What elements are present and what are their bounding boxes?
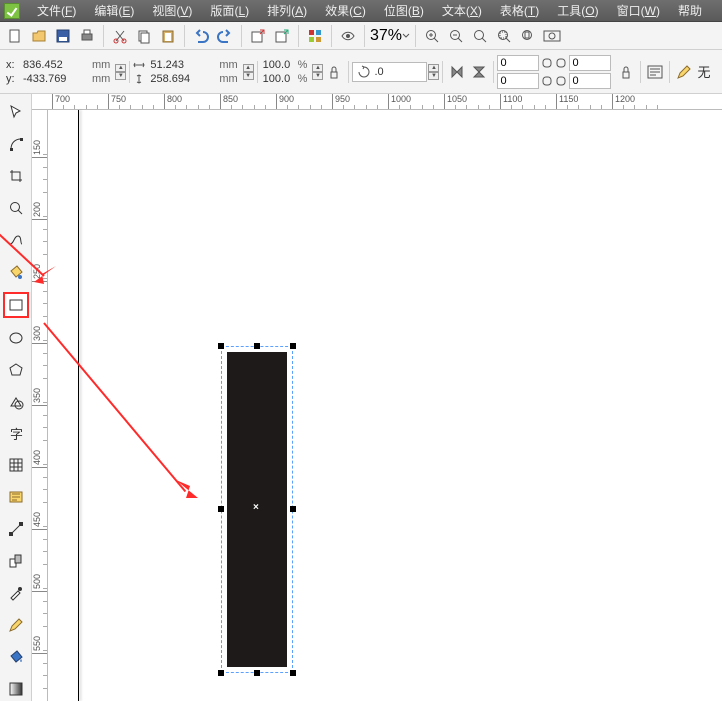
menu-table[interactable]: 表格(T)	[491, 0, 548, 22]
text-tool[interactable]: 字	[4, 422, 28, 446]
zoom-page-button[interactable]	[517, 25, 539, 47]
menu-help[interactable]: 帮助	[669, 0, 711, 22]
pick-tool[interactable]	[4, 100, 28, 124]
round-corner-lock[interactable]	[615, 61, 637, 83]
eyedropper-tool[interactable]	[4, 581, 28, 605]
wrap-text-button[interactable]	[644, 61, 666, 83]
zoom-out-button[interactable]	[445, 25, 467, 47]
interactive-fill-tool[interactable]	[4, 677, 28, 701]
menu-effects[interactable]: 效果(C)	[316, 0, 375, 22]
handle-nw[interactable]	[218, 343, 224, 349]
zoom-in-button[interactable]	[421, 25, 443, 47]
pos-x-label: x:	[6, 59, 18, 71]
handle-sw[interactable]	[218, 670, 224, 676]
menu-layout[interactable]: 版面(L)	[201, 0, 258, 22]
scale-y-value[interactable]: 100.0	[261, 73, 295, 85]
toolbox: 字	[0, 94, 32, 701]
print-button[interactable]	[76, 25, 98, 47]
pos-x-value[interactable]: 836.452	[21, 59, 89, 71]
menu-bar: 文件(F) 编辑(E) 视图(V) 版面(L) 排列(A) 效果(C) 位图(B…	[0, 0, 722, 22]
width-icon	[133, 60, 145, 70]
shape-tool[interactable]	[4, 132, 28, 156]
rotate-spin[interactable]: ▲▼	[428, 64, 439, 80]
interactive-tool[interactable]	[4, 549, 28, 573]
corner-y2-input[interactable]	[569, 73, 611, 89]
redo-button[interactable]	[214, 25, 236, 47]
menu-window[interactable]: 窗口(W)	[608, 0, 669, 22]
ellipse-tool[interactable]	[4, 326, 28, 350]
pos-y-label: y:	[6, 73, 18, 85]
outline-tool[interactable]	[4, 613, 28, 637]
annotation-arrow-2	[43, 322, 186, 492]
property-bar: x:836.452mm y:-433.769mm ▲▼ 51.243mm 258…	[0, 50, 722, 94]
menu-file[interactable]: 文件(F)	[28, 0, 85, 22]
mirror-h-button[interactable]	[446, 61, 468, 83]
scale-spin[interactable]: ▲▼	[312, 64, 323, 80]
fill-tool[interactable]	[4, 645, 28, 669]
menu-text[interactable]: 文本(X)	[433, 0, 491, 22]
width-value[interactable]: 51.243	[148, 59, 216, 71]
undo-button[interactable]	[190, 25, 212, 47]
vertical-ruler[interactable]: 150200250300350400450500550	[32, 110, 48, 701]
annotation-arrowhead-1-icon	[30, 262, 56, 288]
drawing-canvas[interactable]: ×	[48, 110, 722, 701]
basic-shapes-tool[interactable]	[4, 390, 28, 414]
crop-tool[interactable]	[4, 164, 28, 188]
handle-s[interactable]	[254, 670, 260, 676]
zoom-tool[interactable]	[4, 196, 28, 220]
app-launcher-button[interactable]	[304, 25, 326, 47]
annotation-arrowhead-2-icon	[176, 480, 202, 506]
paste-button[interactable]	[157, 25, 179, 47]
corner-y-input[interactable]	[497, 73, 539, 89]
zoom-width-button[interactable]	[541, 25, 563, 47]
new-button[interactable]	[4, 25, 26, 47]
horizontal-ruler[interactable]: 70075080085090095010001050110011501200	[32, 94, 722, 110]
export-button[interactable]	[271, 25, 293, 47]
smart-fill-tool[interactable]	[4, 260, 28, 284]
fill-label: 无	[697, 62, 710, 81]
connector-tool[interactable]	[4, 517, 28, 541]
page-edge	[78, 110, 79, 701]
handle-se[interactable]	[290, 670, 296, 676]
dimension-tool[interactable]	[4, 485, 28, 509]
pos-y-value[interactable]: -433.769	[21, 73, 89, 85]
polygon-tool[interactable]	[4, 358, 28, 382]
standard-toolbar: 37%	[0, 22, 722, 50]
menu-bitmap[interactable]: 位图(B)	[375, 0, 433, 22]
size-spin[interactable]: ▲▼	[243, 64, 254, 80]
mirror-v-button[interactable]	[468, 61, 490, 83]
height-icon	[133, 74, 145, 84]
zoom-selection-button[interactable]	[469, 25, 491, 47]
cut-button[interactable]	[109, 25, 131, 47]
handle-n[interactable]	[254, 343, 260, 349]
selection-center-icon: ×	[253, 502, 259, 513]
handle-e[interactable]	[290, 506, 296, 512]
table-tool[interactable]	[4, 453, 28, 477]
rotate-field[interactable]: .0	[352, 62, 427, 82]
zoom-level-combo[interactable]: 37%	[370, 27, 410, 45]
menu-arrange[interactable]: 排列(A)	[258, 0, 316, 22]
save-button[interactable]	[52, 25, 74, 47]
rotate-icon	[357, 65, 371, 79]
handle-w[interactable]	[218, 506, 224, 512]
rectangle-tool[interactable]	[3, 292, 29, 318]
menu-edit[interactable]: 编辑(E)	[85, 0, 143, 22]
corner-x-input[interactable]	[497, 55, 539, 71]
scale-x-value[interactable]: 100.0	[261, 59, 295, 71]
handle-ne[interactable]	[290, 343, 296, 349]
welcome-button[interactable]	[337, 25, 359, 47]
import-button[interactable]	[247, 25, 269, 47]
menu-tools[interactable]: 工具(O)	[548, 0, 607, 22]
pos-spin[interactable]: ▲▼	[115, 64, 126, 80]
copy-button[interactable]	[133, 25, 155, 47]
corner-x2-input[interactable]	[569, 55, 611, 71]
lock-ratio-button[interactable]	[323, 61, 345, 83]
app-logo-icon	[4, 3, 20, 19]
open-button[interactable]	[28, 25, 50, 47]
svg-text:字: 字	[10, 427, 23, 442]
outline-pen-button[interactable]	[673, 61, 695, 83]
menu-view[interactable]: 视图(V)	[143, 0, 201, 22]
height-value[interactable]: 258.694	[148, 73, 216, 85]
zoom-all-button[interactable]	[493, 25, 515, 47]
